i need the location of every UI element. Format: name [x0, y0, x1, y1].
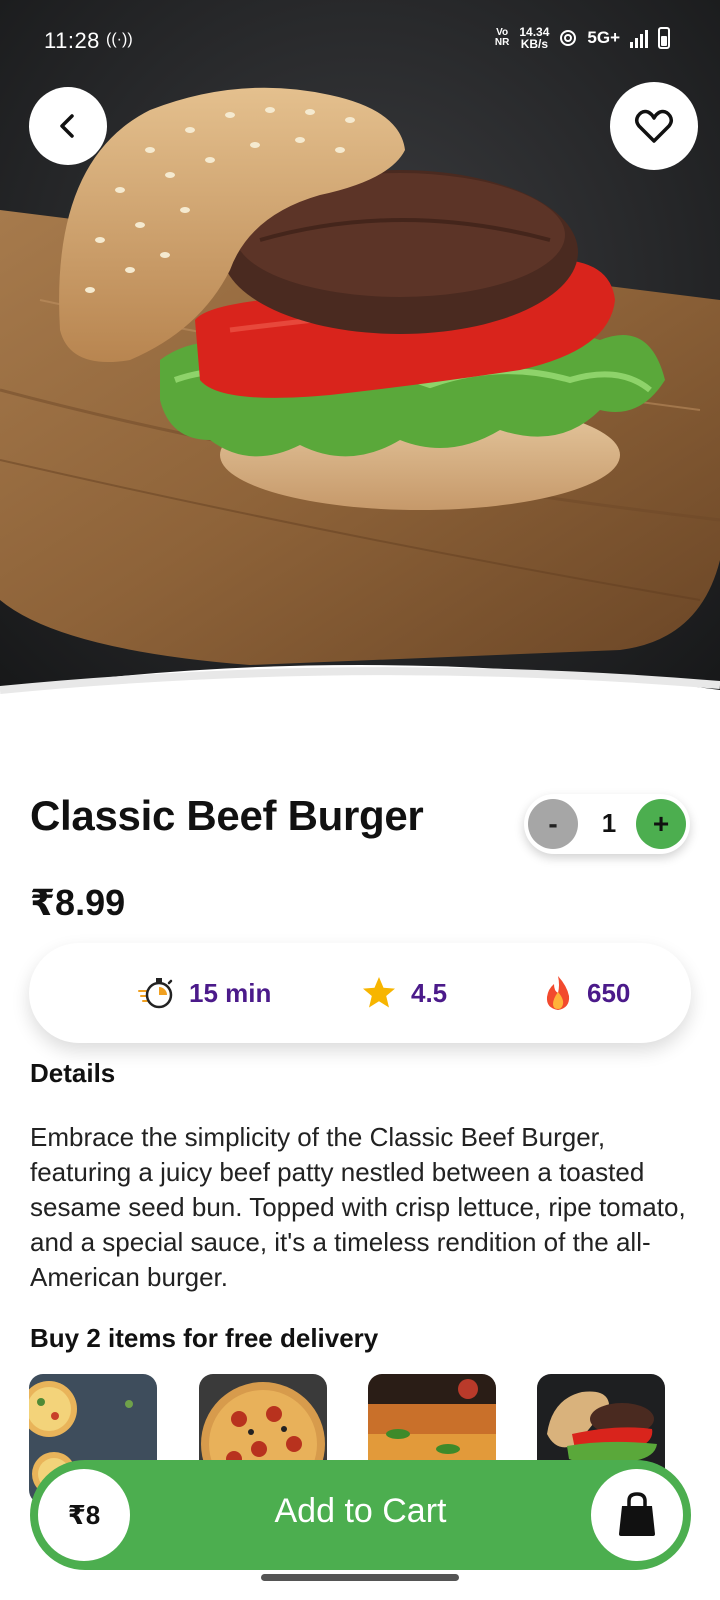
- network-type: 5G+: [587, 28, 620, 47]
- status-bar: 11:28 ((·)) Vo NR 14.34 KB/s 5G+: [0, 0, 720, 80]
- back-button[interactable]: [29, 87, 107, 165]
- home-indicator[interactable]: [261, 1574, 459, 1581]
- decrease-quantity-button[interactable]: -: [528, 799, 578, 849]
- heart-outline-icon: [634, 109, 674, 143]
- hotspot-icon: ((·)): [106, 31, 133, 48]
- star-icon: [363, 977, 395, 1008]
- calories: 650: [543, 943, 630, 1043]
- volte-icon: Vo NR: [494, 27, 510, 48]
- add-to-cart-bar[interactable]: ₹8 Add to Cart: [30, 1460, 691, 1570]
- info-pill: 15 min 4.5 650: [29, 943, 691, 1043]
- fire-icon: [546, 976, 570, 1010]
- status-right: Vo NR 14.34 KB/s 5G+: [495, 26, 670, 50]
- prep-time-value: 15 min: [189, 977, 272, 1008]
- details-text: Embrace the simplicity of the Classic Be…: [30, 1122, 686, 1292]
- hotspot-signal-icon: [560, 30, 577, 46]
- favorite-button[interactable]: [610, 82, 698, 170]
- chevron-left-icon: [60, 114, 74, 138]
- quantity-value: 1: [601, 808, 617, 838]
- promo-heading: Buy 2 items for free delivery: [30, 1323, 379, 1353]
- signal-icon: [630, 28, 648, 48]
- battery-icon: [658, 27, 670, 49]
- cart-button[interactable]: [591, 1469, 683, 1561]
- quantity-stepper: - 1 +: [524, 794, 690, 854]
- speed-readout: 14.34 KB/s: [519, 26, 549, 50]
- hero-image: 11:28 ((·)) Vo NR 14.34 KB/s 5G+: [0, 0, 720, 732]
- increase-quantity-button[interactable]: +: [636, 799, 686, 849]
- shopping-bag-icon: [619, 1492, 655, 1536]
- rating: 4.5: [361, 943, 447, 1043]
- stopwatch-icon: [138, 978, 173, 1009]
- prep-time: 15 min: [137, 943, 271, 1043]
- product-price: ₹8.99: [30, 882, 126, 923]
- calories-value: 650: [587, 977, 631, 1008]
- status-time: 11:28: [44, 28, 100, 53]
- speed-unit: KB/s: [520, 37, 549, 51]
- details-heading: Details: [30, 1058, 116, 1088]
- product-title: Classic Beef Burger: [30, 792, 424, 839]
- rating-value: 4.5: [411, 977, 448, 1008]
